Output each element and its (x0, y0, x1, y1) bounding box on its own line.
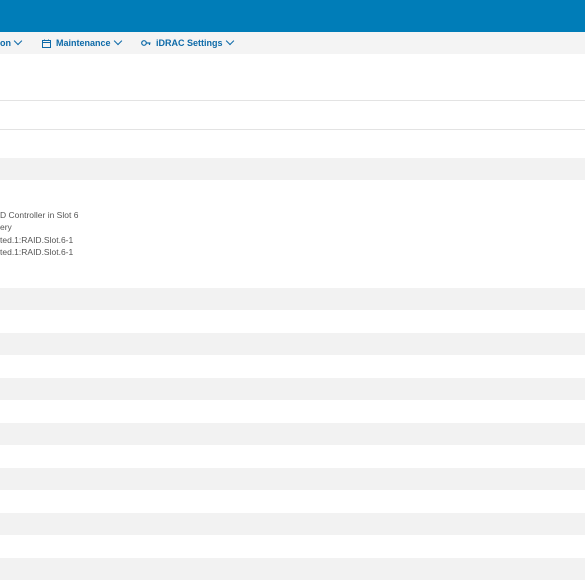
top-header-bar (0, 0, 585, 32)
fqdd-value: ted.1:RAID.Slot.6-1 (0, 235, 74, 245)
table-row[interactable] (0, 558, 585, 580)
key-icon (141, 39, 151, 47)
table-row[interactable] (0, 490, 585, 513)
section-divider (0, 100, 585, 101)
fqdd-value: ted.1:RAID.Slot.6-1 (0, 247, 74, 257)
table-row[interactable] (0, 310, 585, 333)
nav-item-configuration[interactable]: on (0, 32, 23, 54)
chevron-down-icon (225, 36, 234, 46)
chevron-down-icon (13, 36, 23, 46)
table-row[interactable] (0, 468, 585, 490)
section-divider (0, 129, 585, 130)
table-row[interactable] (0, 400, 585, 423)
nav-item-maintenance[interactable]: Maintenance (42, 32, 122, 54)
battery-label: ery (0, 222, 12, 232)
table-row[interactable] (0, 423, 585, 445)
table-row[interactable] (0, 288, 585, 310)
table-row[interactable] (0, 535, 585, 558)
chevron-down-icon (113, 36, 122, 46)
nav-item-label: Maintenance (56, 38, 111, 48)
table-row[interactable] (0, 333, 585, 355)
calendar-icon (42, 39, 51, 48)
section-header-band (0, 158, 585, 180)
nav-item-label: on (0, 38, 11, 48)
table-row[interactable] (0, 513, 585, 535)
nav-item-label: iDRAC Settings (156, 38, 223, 48)
table-row[interactable] (0, 378, 585, 400)
main-nav-bar: on Maintenance iDRAC Settings (0, 32, 585, 54)
table-row[interactable] (0, 445, 585, 468)
nav-item-idrac-settings[interactable]: iDRAC Settings (141, 32, 234, 54)
table-row[interactable] (0, 355, 585, 378)
controller-name: D Controller in Slot 6 (0, 210, 79, 220)
